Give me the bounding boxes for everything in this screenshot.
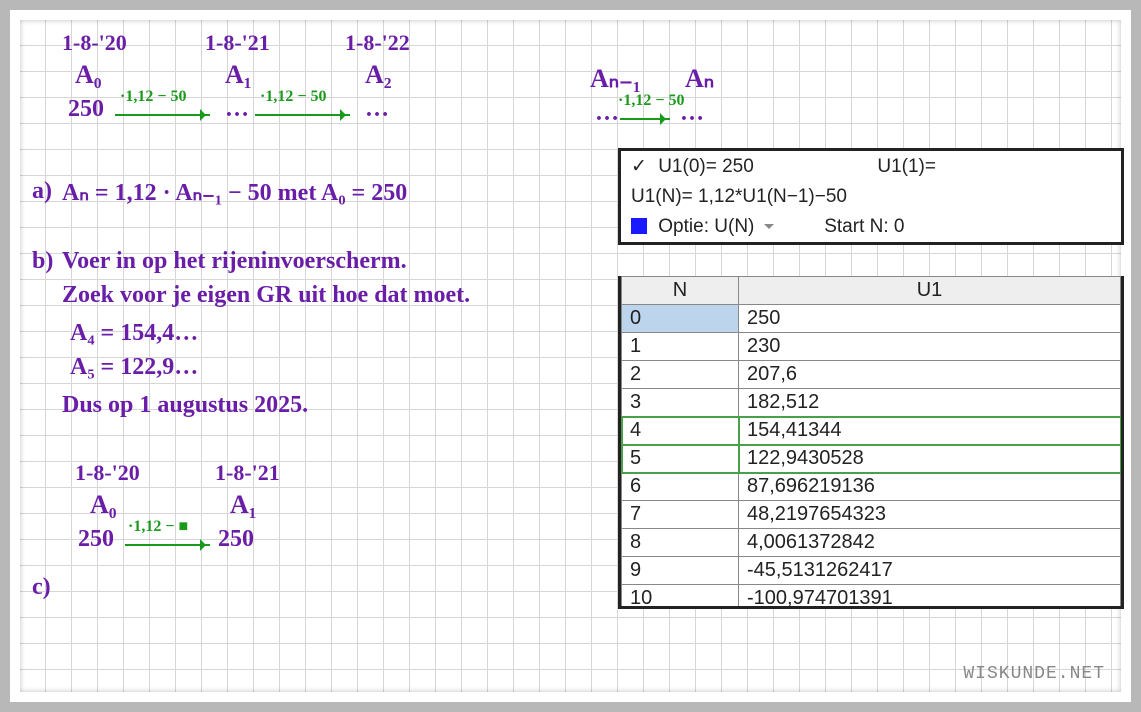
cell-u1: 182,512 (739, 389, 1121, 417)
table-row[interactable]: 10-100,974701391 (622, 585, 1121, 610)
date-2: 1-8-'22 (345, 30, 410, 56)
u10-value: 250 (722, 156, 872, 178)
t2-val-0: 250 (78, 526, 114, 553)
cell-u1: -45,5131262417 (739, 557, 1121, 585)
val-1: … (225, 96, 249, 123)
cell-n: 8 (622, 529, 739, 557)
part-b-line2: Zoek voor je eigen GR uit hoe dat moet. (62, 282, 470, 309)
chevron-down-icon[interactable] (764, 222, 774, 232)
start-label: Start N: (824, 216, 888, 237)
calculator-input-panel: ✓ U1(0)= 250 U1(1)= U1(N)= 1,12*U1(N−1)−… (618, 148, 1124, 245)
table-row[interactable]: 84,0061372842 (622, 529, 1121, 557)
table-row[interactable]: 2207,6 (622, 361, 1121, 389)
t2-arrow (125, 544, 210, 546)
cell-u1: 207,6 (739, 361, 1121, 389)
un-value: 1,12*U1(N−1)−50 (698, 186, 847, 207)
col-u1: U1 (739, 277, 1121, 305)
cell-u1: 122,9430528 (739, 445, 1121, 473)
op-0: ·1,12 − 50 (120, 88, 186, 106)
part-b-label: b) (32, 248, 53, 275)
optie-value[interactable]: U(N) (714, 216, 754, 237)
cell-n: 2 (622, 361, 739, 389)
calculator-table-panel: N U1 025012302207,63182,5124154,41344512… (618, 276, 1124, 609)
u10-label: U1(0)= (658, 156, 717, 177)
cell-u1: 87,696219136 (739, 473, 1121, 501)
cell-n: 0 (622, 305, 739, 333)
blue-square-icon (631, 218, 647, 234)
term-a2: A₂ (365, 60, 392, 90)
start-value: 0 (894, 216, 905, 237)
calc-row-u10: ✓ U1(0)= 250 U1(1)= (621, 151, 1121, 182)
op-1: ·1,12 − 50 (260, 88, 326, 106)
cell-u1: 230 (739, 333, 1121, 361)
t2-val-1: 250 (218, 526, 254, 553)
val-2: … (365, 96, 389, 123)
val-3: … (595, 100, 619, 127)
table-row[interactable]: 9-45,5131262417 (622, 557, 1121, 585)
t2-term-0: A₀ (90, 490, 117, 520)
table-row[interactable]: 5122,9430528 (622, 445, 1121, 473)
cell-u1: 4,0061372842 (739, 529, 1121, 557)
cell-n: 9 (622, 557, 739, 585)
u11-label: U1(1)= (877, 156, 936, 177)
term-an-1: Aₙ₋₁ (590, 64, 641, 94)
sequence-table: N U1 025012302207,63182,5124154,41344512… (621, 276, 1121, 609)
arrow-1 (255, 114, 350, 116)
cell-n: 1 (622, 333, 739, 361)
part-c-label: c) (32, 574, 51, 601)
op-2: ·1,12 − 50 (618, 92, 684, 110)
part-b-a5: A₅ = 122,9… (70, 354, 198, 381)
table-row[interactable]: 1230 (622, 333, 1121, 361)
term-an: Aₙ (685, 64, 714, 94)
t2-term-1: A₁ (230, 490, 257, 520)
cell-n: 10 (622, 585, 739, 610)
cell-n: 3 (622, 389, 739, 417)
cell-n: 6 (622, 473, 739, 501)
cell-u1: 250 (739, 305, 1121, 333)
table-row[interactable]: 748,2197654323 (622, 501, 1121, 529)
table-row[interactable]: 3182,512 (622, 389, 1121, 417)
watermark: WISKUNDE.NET (963, 664, 1105, 684)
t2-op: ·1,12 − ■ (128, 518, 188, 536)
col-n: N (622, 277, 739, 305)
optie-label: Optie: (658, 216, 709, 237)
calc-row-optie: Optie: U(N) Start N: 0 (621, 212, 1121, 242)
cell-u1: -100,974701391 (739, 585, 1121, 610)
part-a-formula: Aₙ = 1,12 · Aₙ₋₁ − 50 met A₀ = 250 (62, 178, 407, 207)
part-b-conclusion: Dus op 1 augustus 2025. (62, 392, 308, 419)
calc-row-un: U1(N)= 1,12*U1(N−1)−50 (621, 182, 1121, 212)
table-row[interactable]: 687,696219136 (622, 473, 1121, 501)
table-row[interactable]: 4154,41344 (622, 417, 1121, 445)
cell-u1: 48,2197654323 (739, 501, 1121, 529)
date-0: 1-8-'20 (62, 30, 127, 56)
t2-date-0: 1-8-'20 (75, 460, 140, 486)
arrow-0 (115, 114, 210, 116)
un-label: U1(N)= (631, 186, 693, 207)
cell-n: 7 (622, 501, 739, 529)
date-1: 1-8-'21 (205, 30, 270, 56)
val-0: 250 (68, 96, 104, 123)
part-b-line1: Voer in op het rijeninvoerscherm. (62, 248, 407, 275)
cell-n: 4 (622, 417, 739, 445)
arrow-2 (620, 118, 670, 120)
part-a-label: a) (32, 178, 52, 205)
part-b-a4: A₄ = 154,4… (70, 320, 198, 347)
table-row[interactable]: 0250 (622, 305, 1121, 333)
t2-date-1: 1-8-'21 (215, 460, 280, 486)
term-a1: A₁ (225, 60, 252, 90)
term-a0: A₀ (75, 60, 102, 90)
cell-u1: 154,41344 (739, 417, 1121, 445)
cell-n: 5 (622, 445, 739, 473)
check-icon: ✓ (631, 156, 647, 177)
